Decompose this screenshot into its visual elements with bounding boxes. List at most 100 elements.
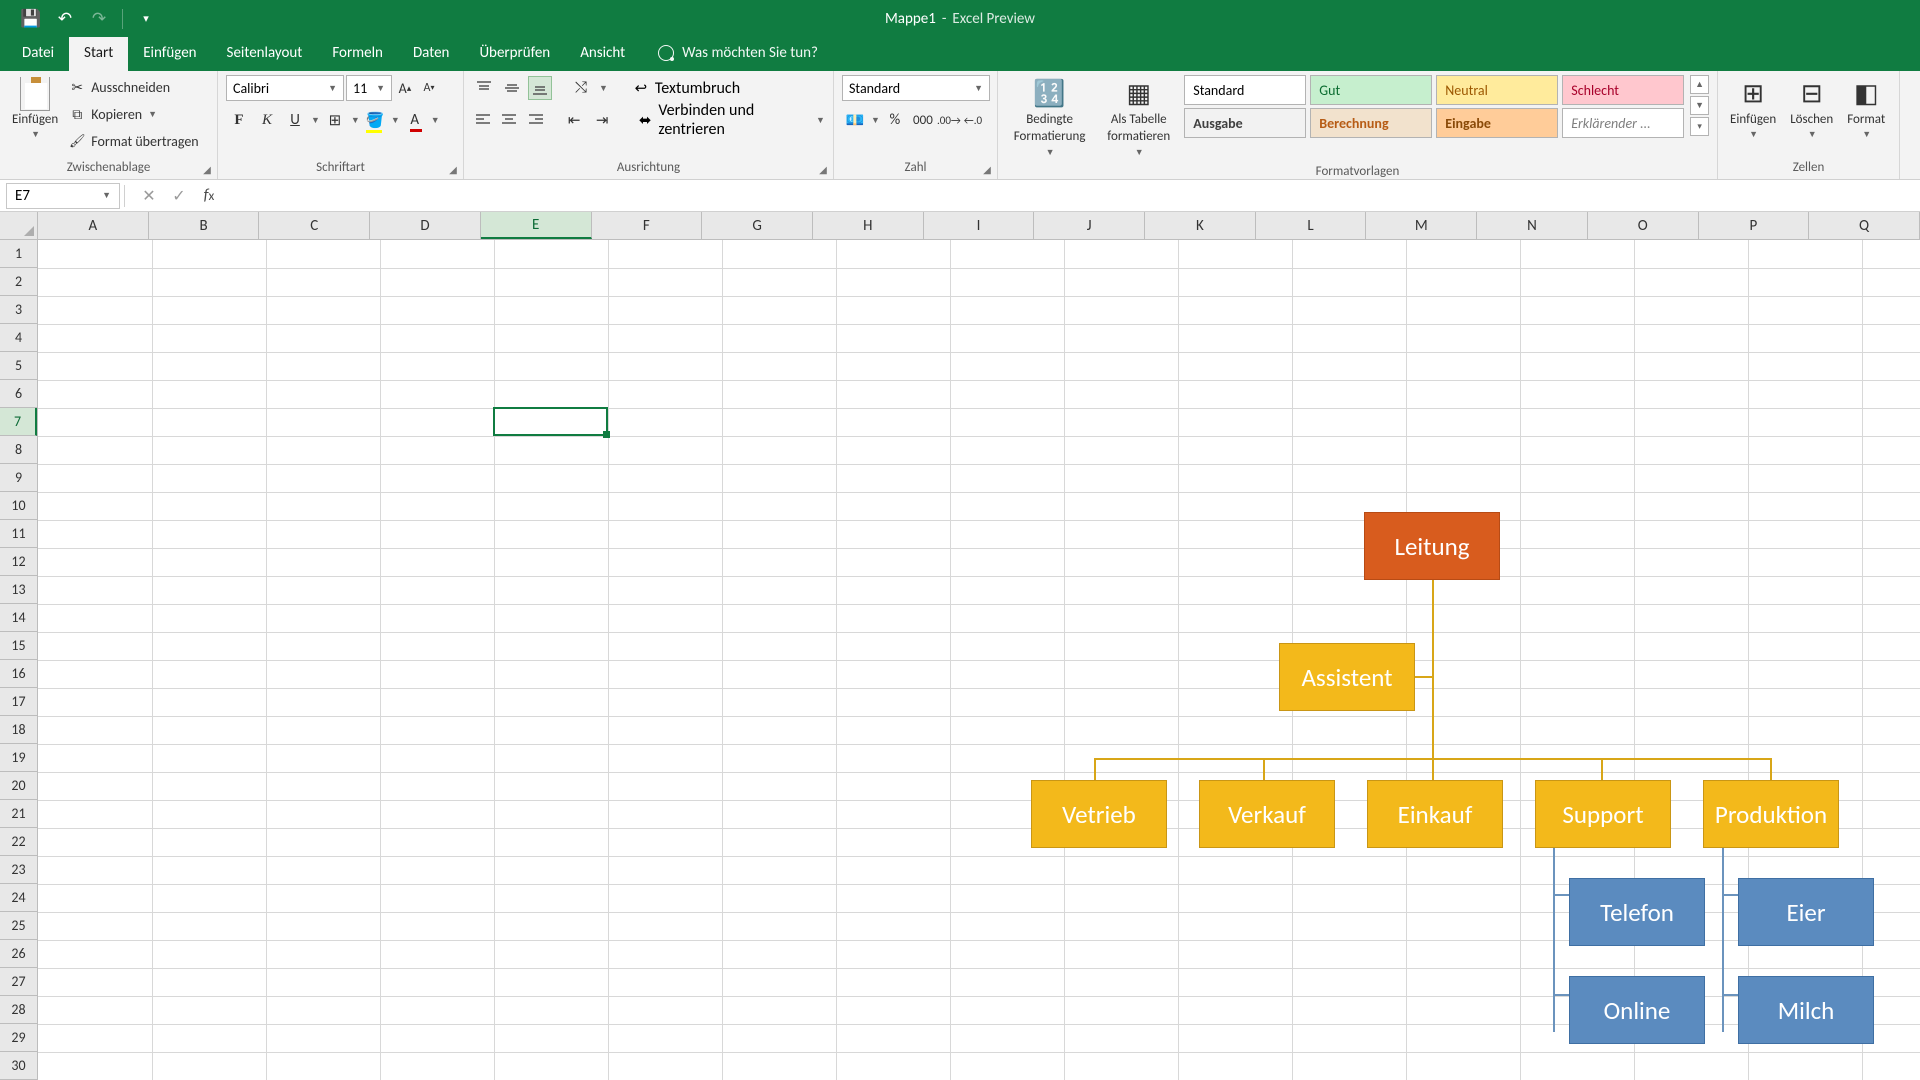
row-header-15[interactable]: 15	[0, 632, 37, 660]
tab-start[interactable]: Start	[69, 36, 128, 71]
col-header-Q[interactable]: Q	[1809, 212, 1920, 239]
delete-cells-button[interactable]: ⊟Löschen▼	[1786, 75, 1837, 142]
decrease-decimal-button[interactable]: ←.0	[962, 107, 984, 133]
row-header-12[interactable]: 12	[0, 548, 37, 576]
style-erklaerend[interactable]: Erklärender ...	[1562, 108, 1684, 138]
more-icon[interactable]: ▾	[1690, 117, 1709, 136]
row-header-11[interactable]: 11	[0, 520, 37, 548]
style-gut[interactable]: Gut	[1310, 75, 1432, 105]
column-headers[interactable]: ABCDEFGHIJKLMNOPQ	[38, 212, 1920, 240]
italic-button[interactable]: K	[254, 107, 280, 133]
row-header-9[interactable]: 9	[0, 464, 37, 492]
smartart-org-chart[interactable]: Leitung Assistent Vetrieb Verkauf Einkau…	[1031, 512, 1901, 1072]
row-header-18[interactable]: 18	[0, 716, 37, 744]
col-header-G[interactable]: G	[702, 212, 813, 239]
tab-daten[interactable]: Daten	[398, 36, 464, 71]
copy-button[interactable]: Kopieren▼	[68, 102, 198, 126]
row-header-2[interactable]: 2	[0, 268, 37, 296]
underline-button[interactable]: U	[282, 107, 308, 133]
col-header-K[interactable]: K	[1145, 212, 1256, 239]
worksheet-grid[interactable]: ABCDEFGHIJKLMNOPQ 1234567891011121314151…	[0, 212, 1920, 1080]
decrease-indent-button[interactable]: ⇤	[562, 107, 586, 133]
row-header-22[interactable]: 22	[0, 828, 37, 856]
tab-ueberpruefen[interactable]: Überprüfen	[464, 36, 565, 71]
align-middle-button[interactable]	[500, 76, 524, 100]
org-node-verkauf[interactable]: Verkauf	[1199, 780, 1335, 848]
row-header-26[interactable]: 26	[0, 940, 37, 968]
row-header-21[interactable]: 21	[0, 800, 37, 828]
row-header-23[interactable]: 23	[0, 856, 37, 884]
font-name-combo[interactable]: Calibri▼	[226, 75, 344, 101]
qat-customize[interactable]: ▾	[133, 6, 159, 32]
org-node-eier[interactable]: Eier	[1738, 878, 1874, 946]
row-header-27[interactable]: 27	[0, 968, 37, 996]
dialog-launcher-icon[interactable]: ◢	[446, 162, 460, 176]
format-as-table-button[interactable]: ▦ Als Tabelle formatieren ▼	[1099, 75, 1178, 162]
col-header-D[interactable]: D	[370, 212, 481, 239]
row-header-13[interactable]: 13	[0, 576, 37, 604]
shrink-font-button[interactable]: A▾	[418, 75, 440, 101]
grow-font-button[interactable]: A▴	[394, 75, 416, 101]
fill-color-button[interactable]: 🪣	[362, 107, 388, 133]
style-eingabe[interactable]: Eingabe	[1436, 108, 1558, 138]
select-all-button[interactable]	[0, 212, 38, 240]
cut-button[interactable]: Ausschneiden	[68, 75, 198, 99]
name-box[interactable]: E7▼	[6, 183, 120, 209]
fill-handle[interactable]	[603, 431, 610, 438]
row-header-19[interactable]: 19	[0, 744, 37, 772]
col-header-I[interactable]: I	[924, 212, 1035, 239]
cancel-formula-button[interactable]: ✕	[135, 183, 163, 209]
col-header-C[interactable]: C	[259, 212, 370, 239]
tab-datei[interactable]: Datei	[7, 36, 69, 71]
style-neutral[interactable]: Neutral	[1436, 75, 1558, 105]
tab-ansicht[interactable]: Ansicht	[565, 36, 640, 71]
insert-cells-button[interactable]: ⊞Einfügen▼	[1726, 75, 1780, 142]
row-header-29[interactable]: 29	[0, 1024, 37, 1052]
styles-scroll[interactable]: ▲ ▼ ▾	[1690, 75, 1709, 136]
tab-einfuegen[interactable]: Einfügen	[128, 36, 211, 71]
save-button[interactable]: 💾	[18, 6, 44, 32]
merge-center-button[interactable]: ⬌Verbinden und zentrieren▼	[637, 108, 825, 132]
org-node-leitung[interactable]: Leitung	[1364, 512, 1500, 580]
accounting-format-button[interactable]: 💶	[842, 107, 868, 133]
row-header-7[interactable]: 7	[0, 408, 37, 436]
format-painter-button[interactable]: Format übertragen	[68, 129, 198, 153]
col-header-A[interactable]: A	[38, 212, 149, 239]
org-node-vetrieb[interactable]: Vetrieb	[1031, 780, 1167, 848]
cells-area[interactable]: Leitung Assistent Vetrieb Verkauf Einkau…	[38, 240, 1920, 1080]
align-bottom-button[interactable]	[528, 76, 552, 100]
align-right-button[interactable]	[525, 108, 547, 132]
tab-formeln[interactable]: Formeln	[317, 36, 398, 71]
style-schlecht[interactable]: Schlecht	[1562, 75, 1684, 105]
org-node-assistent[interactable]: Assistent	[1279, 643, 1415, 711]
col-header-B[interactable]: B	[149, 212, 260, 239]
number-format-combo[interactable]: Standard▼	[842, 75, 990, 101]
row-header-4[interactable]: 4	[0, 324, 37, 352]
row-header-30[interactable]: 30	[0, 1052, 37, 1080]
conditional-formatting-button[interactable]: 🔢 Bedingte Formatierung ▼	[1006, 75, 1093, 162]
format-cells-button[interactable]: ◧Format▼	[1843, 75, 1889, 142]
scroll-down-icon[interactable]: ▼	[1690, 96, 1709, 115]
col-header-M[interactable]: M	[1366, 212, 1477, 239]
align-left-button[interactable]	[472, 108, 494, 132]
row-header-3[interactable]: 3	[0, 296, 37, 324]
accept-formula-button[interactable]: ✓	[165, 183, 193, 209]
row-header-10[interactable]: 10	[0, 492, 37, 520]
align-top-button[interactable]	[472, 76, 496, 100]
tell-me[interactable]: Was möchten Sie tun?	[658, 44, 818, 71]
dialog-launcher-icon[interactable]: ◢	[980, 162, 994, 176]
redo-button[interactable]: ↷	[86, 6, 112, 32]
comma-button[interactable]: 000	[910, 107, 936, 133]
col-header-J[interactable]: J	[1034, 212, 1145, 239]
font-color-button[interactable]: A	[402, 107, 428, 133]
row-header-8[interactable]: 8	[0, 436, 37, 464]
org-node-milch[interactable]: Milch	[1738, 976, 1874, 1044]
undo-button[interactable]: ↶	[52, 6, 78, 32]
row-header-25[interactable]: 25	[0, 912, 37, 940]
style-ausgabe[interactable]: Ausgabe	[1184, 108, 1306, 138]
org-node-support[interactable]: Support	[1535, 780, 1671, 848]
row-header-1[interactable]: 1	[0, 240, 37, 268]
row-headers[interactable]: 1234567891011121314151617181920212223242…	[0, 240, 38, 1080]
col-header-F[interactable]: F	[592, 212, 703, 239]
formula-input[interactable]	[229, 183, 1920, 209]
